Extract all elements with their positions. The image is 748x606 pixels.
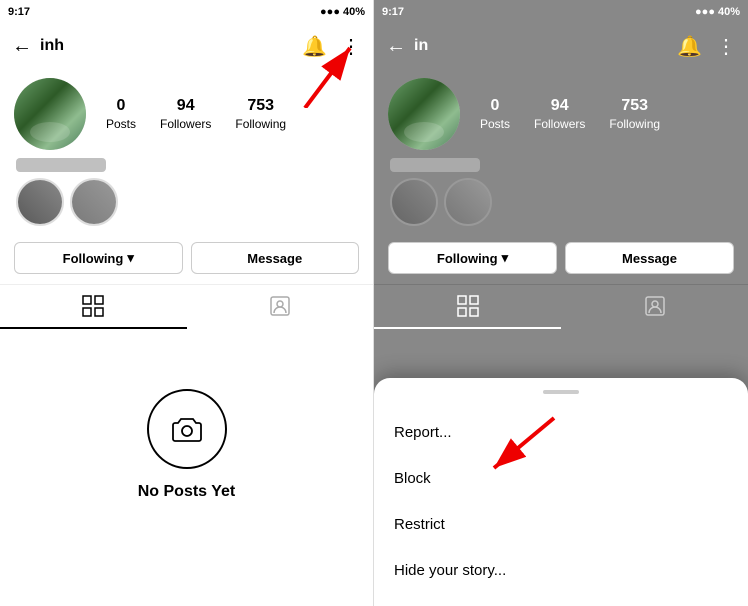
status-icons-right: ●●● 40% <box>695 6 740 18</box>
action-buttons-left: Following ▾ Message <box>0 236 373 284</box>
followers-stat-left: 94 Followers <box>160 97 211 131</box>
top-nav-left: ← inh 🔔 ⋮ <box>0 24 373 68</box>
story-item-right-2 <box>444 178 492 226</box>
grid-icon-left <box>82 295 104 317</box>
camera-circle <box>147 389 227 469</box>
tabs-row-left <box>0 284 373 329</box>
bottom-sheet: Report... Block Restrict Hide your story… <box>374 378 748 606</box>
story-row-right <box>390 178 732 226</box>
status-time-left: 9:17 <box>8 6 30 18</box>
bio-name-left <box>16 158 106 172</box>
following-count-right: 753 <box>621 97 648 115</box>
notification-icon-right[interactable]: 🔔 <box>677 34 702 59</box>
following-label-right: Following <box>609 117 660 131</box>
followers-count-left: 94 <box>177 97 195 115</box>
status-icons-left: ●●● 40% <box>320 6 365 18</box>
back-button-left[interactable]: ← <box>12 35 32 58</box>
posts-label-right: Posts <box>480 117 510 131</box>
sheet-restrict[interactable]: Restrict <box>374 502 748 548</box>
sheet-handle <box>543 390 579 394</box>
posts-label-left: Posts <box>106 117 136 131</box>
tab-grid-left[interactable] <box>0 285 187 329</box>
camera-icon <box>169 411 205 447</box>
story-item-right-1 <box>390 178 438 226</box>
top-nav-right: ← in 🔔 ⋮ <box>374 24 748 68</box>
profile-top-left: 0 Posts 94 Followers 753 Following <box>14 78 359 150</box>
menu-icon-right[interactable]: ⋮ <box>716 34 736 59</box>
stats-right: 0 Posts 94 Followers 753 Following <box>480 97 734 131</box>
tab-tagged-right[interactable] <box>561 285 748 329</box>
tab-tagged-left[interactable] <box>187 285 374 329</box>
no-posts-text: No Posts Yet <box>138 483 236 501</box>
nav-left-area-right: ← in <box>386 35 428 58</box>
profile-section-right: 0 Posts 94 Followers 753 Following <box>374 68 748 236</box>
story-item-1 <box>16 178 64 226</box>
tagged-icon-left <box>269 295 291 317</box>
right-panel: 9:17 ●●● 40% ← in 🔔 ⋮ 0 Posts <box>374 0 748 606</box>
status-time-right: 9:17 <box>382 6 404 18</box>
bio-area-left <box>14 158 359 226</box>
followers-stat-right: 94 Followers <box>534 97 585 131</box>
story-row-left <box>16 178 357 226</box>
no-posts-section: No Posts Yet <box>0 329 373 521</box>
stats-left: 0 Posts 94 Followers 753 Following <box>106 97 359 131</box>
posts-stat-right: 0 Posts <box>480 97 510 131</box>
nav-icons-right: 🔔 ⋮ <box>677 34 736 59</box>
sheet-report[interactable]: Report... <box>374 410 748 456</box>
following-count-left: 753 <box>247 97 274 115</box>
nav-left-area: ← inh <box>12 35 64 58</box>
posts-stat-left: 0 Posts <box>106 97 136 131</box>
bio-name-right <box>390 158 480 172</box>
back-button-right[interactable]: ← <box>386 35 406 58</box>
username-right: in <box>414 37 428 55</box>
profile-section-left: 0 Posts 94 Followers 753 Following <box>0 68 373 236</box>
following-stat-right: 753 Following <box>609 97 660 131</box>
action-buttons-right: Following ▾ Message <box>374 236 748 284</box>
tagged-icon-right <box>644 295 666 317</box>
following-label-left: Following <box>235 117 286 131</box>
bio-area-right <box>388 158 734 226</box>
left-panel: 9:17 ●●● 40% ← inh 🔔 ⋮ 0 Posts <box>0 0 374 606</box>
sheet-block[interactable]: Block <box>374 456 748 502</box>
followers-count-right: 94 <box>551 97 569 115</box>
posts-count-right: 0 <box>491 97 500 115</box>
following-stat-left: 753 Following <box>235 97 286 131</box>
status-bar-left: 9:17 ●●● 40% <box>0 0 373 24</box>
tabs-row-right <box>374 284 748 329</box>
notification-icon-left[interactable]: 🔔 <box>302 34 327 59</box>
status-bar-right: 9:17 ●●● 40% <box>374 0 748 24</box>
message-button-left[interactable]: Message <box>191 242 360 274</box>
followers-label-right: Followers <box>534 117 585 131</box>
sheet-hide-story[interactable]: Hide your story... <box>374 548 748 594</box>
following-button-right[interactable]: Following ▾ <box>388 242 557 274</box>
avatar-right <box>388 78 460 150</box>
tab-grid-right[interactable] <box>374 285 561 329</box>
avatar-left <box>14 78 86 150</box>
profile-top-right: 0 Posts 94 Followers 753 Following <box>388 78 734 150</box>
message-button-right[interactable]: Message <box>565 242 734 274</box>
nav-icons-left: 🔔 ⋮ <box>302 34 361 59</box>
story-item-2 <box>70 178 118 226</box>
grid-icon-right <box>457 295 479 317</box>
followers-label-left: Followers <box>160 117 211 131</box>
username-left: inh <box>40 37 64 55</box>
menu-icon-left[interactable]: ⋮ <box>341 34 361 59</box>
posts-count-left: 0 <box>117 97 126 115</box>
avatar-image-right <box>388 78 460 150</box>
following-button-left[interactable]: Following ▾ <box>14 242 183 274</box>
avatar-image-left <box>14 78 86 150</box>
